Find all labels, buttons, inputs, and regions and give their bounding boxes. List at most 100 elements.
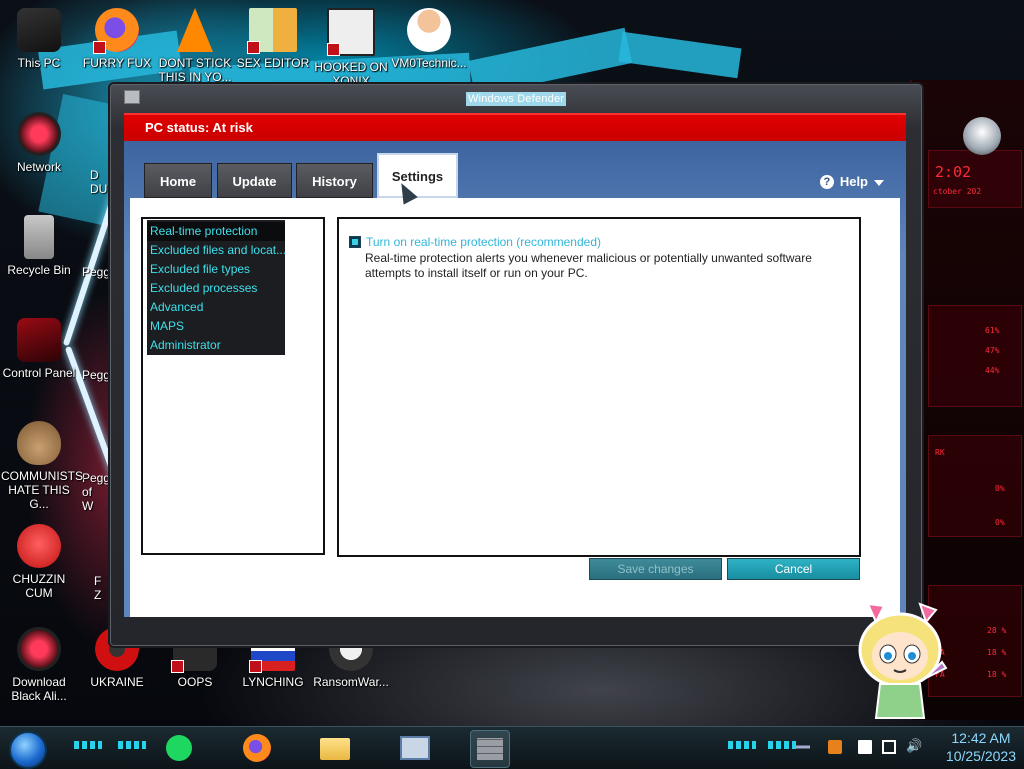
settings-nav-box: Real-time protection Excluded files and … (141, 217, 325, 555)
taskbar-app-windows-defender[interactable] (470, 730, 510, 768)
desktop-icon-label: DONT STICK THIS IN YO... (158, 56, 232, 84)
brick-wall-icon (477, 738, 503, 760)
desktop-icon-label: LYNCHING (242, 675, 304, 689)
taskbar-decoration (728, 741, 756, 749)
pc-status-text: PC status: At risk (145, 120, 253, 135)
nav-item-excluded-files[interactable]: Excluded files and locat... (147, 241, 285, 260)
cancel-button[interactable]: Cancel (727, 558, 860, 580)
nav-item-advanced[interactable]: Advanced (147, 298, 285, 317)
red-orb-icon (17, 627, 61, 671)
save-changes-button[interactable]: Save changes (589, 558, 722, 580)
desktop-icon-control-panel[interactable]: Control Panel (1, 318, 77, 380)
cartoon-character-sticker (858, 602, 948, 719)
taskbar-app-spotify[interactable] (160, 730, 198, 766)
realtime-protection-checkbox[interactable] (349, 236, 361, 248)
start-button[interactable] (9, 731, 47, 769)
tray-app-icon[interactable] (828, 740, 842, 754)
realtime-protection-label[interactable]: Turn on real-time protection (recommende… (366, 235, 601, 249)
taskbar-app-file-explorer[interactable] (316, 730, 354, 766)
hxd-editor-icon (247, 8, 297, 54)
widget-cpu-box: 61% 47% 44% (928, 305, 1022, 407)
taskbar-app-firefox[interactable] (238, 730, 276, 766)
spotify-icon (166, 735, 192, 761)
volume-icon[interactable]: 🔊 (906, 740, 922, 754)
real-time-protection-pane: Turn on real-time protection (recommende… (337, 217, 861, 557)
network-status-icon[interactable] (882, 740, 896, 754)
red-orb-icon (17, 112, 61, 156)
control-panel-icon (17, 318, 61, 362)
alienware-logo-icon (963, 117, 1001, 155)
desktop-icon-sex-editor[interactable]: SEX EDITOR (235, 8, 311, 70)
shortcut-arrow-icon (247, 41, 260, 54)
pc-status-banner: PC status: At risk (124, 113, 906, 143)
firefox-icon (243, 734, 271, 762)
desktop-icon-network[interactable]: Network (1, 112, 77, 174)
widget-value: 0% (995, 518, 1005, 527)
tab-history[interactable]: History (296, 163, 373, 198)
desktop-icon-label: VM0Technic... (391, 56, 467, 70)
settings-nav-list: Real-time protection Excluded files and … (147, 220, 285, 355)
taskbar-decoration (74, 741, 102, 749)
question-icon: ? (819, 174, 834, 189)
desktop-icon-download-black-ali[interactable]: Download Black Ali... (1, 627, 77, 703)
desktop-icon-vm0technic[interactable]: VM0Technic... (391, 8, 467, 70)
shortcut-arrow-icon (171, 660, 184, 673)
clock-date: 10/25/2023 (945, 748, 1016, 764)
partial-label-du: DU (90, 182, 108, 196)
partial-icon-label: F Z (94, 574, 102, 602)
partial-icon-label: Pegg (82, 368, 111, 382)
taskbar-decoration (768, 741, 796, 749)
desktop-icon-recycle-bin[interactable]: Recycle Bin (1, 215, 77, 277)
tab-update[interactable]: Update (217, 163, 292, 198)
nav-item-excluded-file-types[interactable]: Excluded file types (147, 260, 285, 279)
windows-defender-window[interactable]: Windows Defender PC status: At risk Home… (108, 82, 924, 648)
help-menu-button[interactable]: ? Help (819, 174, 884, 189)
taskbar-clock[interactable]: 12:42 AM 10/25/2023 (946, 729, 1016, 765)
network-computer-icon (400, 736, 430, 760)
widget-clock-box: 2:02 ctober 202 (928, 150, 1022, 208)
widget-disk-box: RK 0% 0% (928, 435, 1022, 537)
realtime-protection-option[interactable]: Turn on real-time protection (recommende… (349, 235, 601, 249)
tray-chevron-icon[interactable] (796, 740, 810, 754)
widget-value: 18 % (987, 648, 1007, 657)
partial-label-d: D (90, 168, 99, 182)
widget-value: 61% (985, 326, 1000, 335)
tab-home[interactable]: Home (144, 163, 212, 198)
desktop-icon-communists[interactable]: COMMUNISTS HATE THIS G... (1, 421, 83, 511)
nav-item-administrator[interactable]: Administrator (147, 336, 285, 355)
desktop-icon-dont-stick[interactable]: DONT STICK THIS IN YO... (157, 8, 233, 84)
shortcut-arrow-icon (249, 660, 262, 673)
desktop-icon-label: UKRAINE (90, 675, 144, 689)
widget-label: RK (935, 448, 945, 457)
red-fuzzball-icon (17, 524, 61, 568)
desktop-icon-label: Download Black Ali... (11, 675, 67, 703)
nav-item-maps[interactable]: MAPS (147, 317, 285, 336)
widget-value: 47% (985, 346, 1000, 355)
help-label: Help (839, 174, 868, 189)
wallpaper-streak (618, 31, 742, 79)
taskbar-app-network-computer[interactable] (394, 730, 432, 766)
action-center-flag-icon[interactable] (858, 740, 872, 754)
partial-icon-label: Pegg (82, 265, 111, 279)
settings-panel: Real-time protection Excluded files and … (130, 198, 900, 617)
recycle-bin-icon (24, 215, 54, 259)
desktop-icon-label: This PC (17, 56, 61, 70)
desktop-icon-this-pc[interactable]: This PC (1, 8, 77, 70)
nav-item-real-time-protection[interactable]: Real-time protection (147, 222, 285, 241)
desktop-icon-label: FURRY FUX (82, 56, 152, 70)
widget-value: 18 % (987, 670, 1007, 679)
desktop-icon-label: COMMUNISTS HATE THIS G... (1, 469, 83, 511)
desktop-icon-label: Network (16, 160, 61, 174)
tab-settings[interactable]: Settings (377, 153, 458, 198)
desktop-icon-furry-fux[interactable]: FURRY FUX (79, 8, 155, 70)
nav-item-excluded-processes[interactable]: Excluded processes (147, 279, 285, 298)
computer-icon (17, 8, 61, 52)
window-app-icon[interactable] (124, 90, 140, 104)
vlc-cone-icon (177, 8, 213, 52)
shortcut-arrow-icon (93, 41, 106, 54)
desktop-icon-chuzzin-cum[interactable]: CHUZZIN CUM (1, 524, 77, 600)
chevron-down-icon (874, 179, 884, 186)
widget-date: ctober 202 (933, 187, 982, 196)
desktop-icon-label: RansomWar... (313, 675, 389, 689)
desktop-icon-hooked-on-xonix[interactable]: HOOKED ON XONIX (313, 8, 389, 88)
